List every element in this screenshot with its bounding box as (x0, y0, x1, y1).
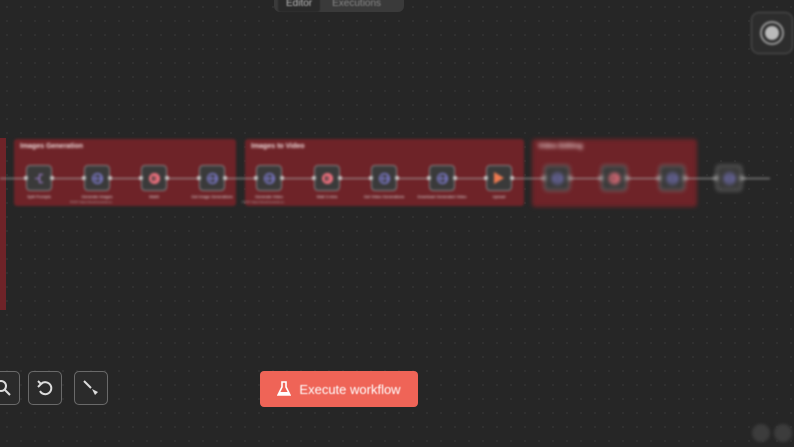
output-port[interactable] (453, 176, 457, 180)
output-port[interactable] (165, 176, 169, 180)
node-subtitle: POST: https://cloud.leonardo.ai... (242, 200, 286, 204)
node-label: Upload (492, 194, 506, 199)
node-label: Get Image Generations (191, 194, 233, 199)
node-box[interactable] (429, 165, 455, 191)
group-title: Images to Video (251, 143, 305, 150)
globe-icon (91, 172, 103, 184)
input-port[interactable] (139, 176, 143, 180)
node-label: Download Generated Video (417, 194, 467, 199)
pause-icon (608, 172, 620, 184)
node-label: Wait 3 mins (316, 194, 338, 199)
zoom-button[interactable] (0, 371, 20, 405)
input-port[interactable] (427, 176, 431, 180)
flask-icon (277, 381, 292, 396)
input-port[interactable] (542, 176, 546, 180)
zoom-icon (0, 380, 11, 396)
node-label: Generate Video (255, 194, 283, 199)
globe-icon (263, 172, 275, 184)
output-port[interactable] (683, 176, 687, 180)
input-port[interactable] (197, 176, 201, 180)
zoom-out-button[interactable] (752, 424, 770, 442)
output-port[interactable] (338, 176, 342, 180)
output-port[interactable] (108, 176, 112, 180)
output-port[interactable] (625, 176, 629, 180)
view-tabs: Editor Executions (274, 0, 404, 12)
globe-icon (378, 172, 390, 184)
node-box[interactable] (256, 165, 282, 191)
node-box[interactable] (26, 165, 52, 191)
pause-icon (321, 172, 333, 184)
group-block-left (0, 138, 6, 310)
group-title: Images Generation (20, 143, 84, 150)
output-port[interactable] (740, 176, 744, 180)
input-port[interactable] (24, 176, 28, 180)
node-label: Split Prompts (27, 194, 51, 199)
input-port[interactable] (369, 176, 373, 180)
input-port[interactable] (714, 176, 718, 180)
output-port[interactable] (50, 176, 54, 180)
node-box[interactable] (716, 165, 742, 191)
globe-icon (666, 172, 678, 184)
clear-execution-icon (83, 380, 98, 395)
play-icon (494, 172, 504, 184)
execute-workflow-label: Execute workflow (299, 381, 401, 397)
node-box[interactable] (141, 165, 167, 191)
globe-icon (551, 172, 563, 184)
gear-icon (765, 26, 779, 40)
group-title: Video Editing (538, 143, 583, 150)
output-port[interactable] (568, 176, 572, 180)
execute-workflow-button[interactable]: Execute workflow (260, 371, 418, 407)
tab-editor[interactable]: Editor (278, 0, 321, 12)
node-box[interactable] (199, 165, 225, 191)
input-port[interactable] (312, 176, 316, 180)
node-box[interactable] (659, 165, 685, 191)
zoom-in-button[interactable] (774, 424, 792, 442)
globe-icon (436, 172, 448, 184)
output-port[interactable] (395, 176, 399, 180)
node-box[interactable] (486, 165, 512, 191)
output-port[interactable] (510, 176, 514, 180)
output-port[interactable] (223, 176, 227, 180)
input-port[interactable] (599, 176, 603, 180)
input-port[interactable] (82, 176, 86, 180)
undo-button[interactable] (28, 371, 62, 405)
settings-button[interactable] (751, 12, 793, 54)
node-box[interactable] (84, 165, 110, 191)
node-box[interactable] (314, 165, 340, 191)
input-port[interactable] (657, 176, 661, 180)
node-box[interactable] (544, 165, 570, 191)
tab-executions[interactable]: Executions (324, 0, 389, 12)
undo-icon (37, 380, 53, 396)
node-label: Wait3 (148, 194, 160, 199)
node-label: Get Video Generations (363, 194, 405, 199)
node-subtitle: POST: https://cloud.leonardo.ai... (70, 200, 114, 204)
globe-icon (206, 172, 218, 184)
pause-icon (148, 172, 160, 184)
clear-execution-button[interactable] (74, 371, 108, 405)
input-port[interactable] (484, 176, 488, 180)
node-label: Generate Images (81, 194, 113, 199)
globe-icon (723, 172, 735, 184)
node-box[interactable] (601, 165, 627, 191)
split-icon (34, 173, 45, 184)
node-box[interactable] (371, 165, 397, 191)
output-port[interactable] (280, 176, 284, 180)
input-port[interactable] (254, 176, 258, 180)
